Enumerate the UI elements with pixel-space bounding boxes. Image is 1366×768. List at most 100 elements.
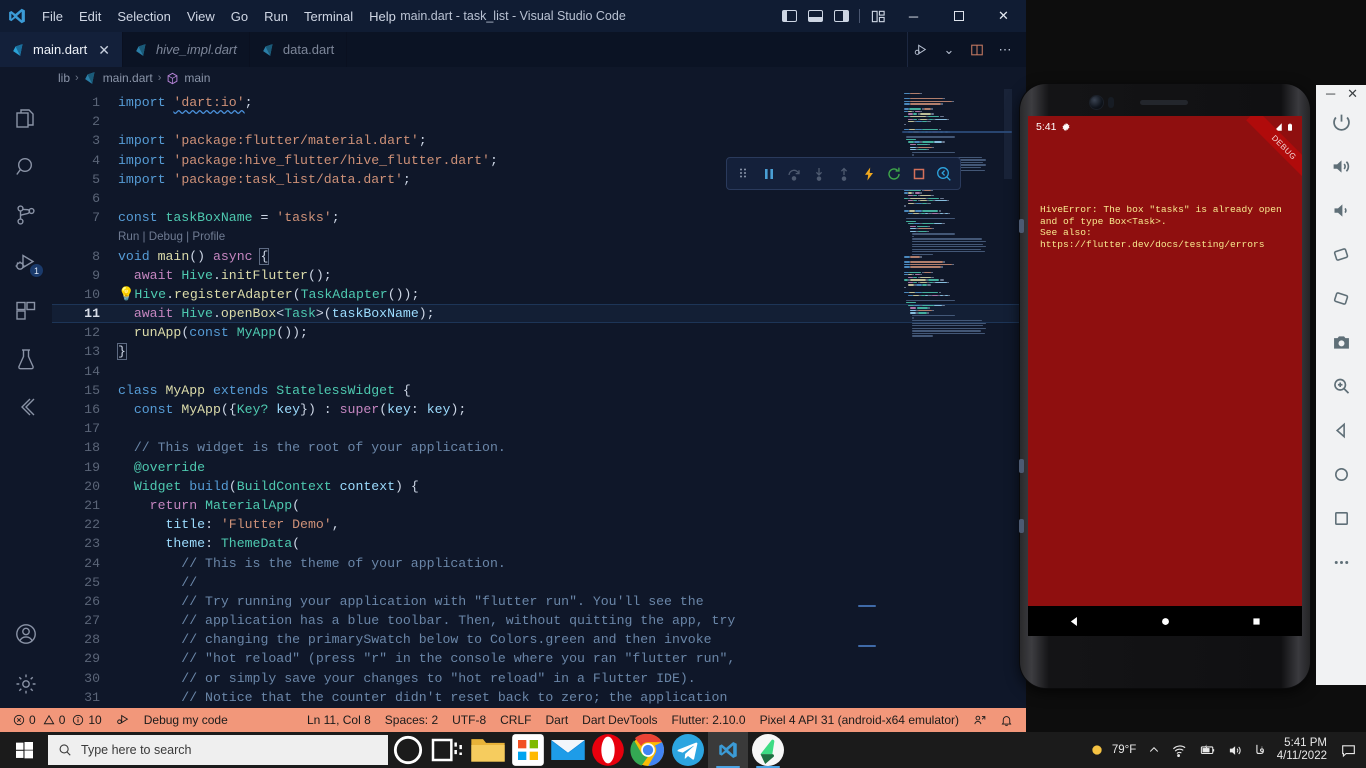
battery-charging-icon[interactable]	[1193, 732, 1222, 768]
vscode-taskbar-icon[interactable]	[708, 732, 748, 768]
window-minimize-button[interactable]: ─	[891, 0, 936, 32]
code-line[interactable]: 20 Widget build(BuildContext context) {	[52, 477, 1026, 496]
debug-drag-handle[interactable]	[731, 159, 756, 189]
microsoft-store-icon[interactable]	[508, 732, 548, 768]
cortana-icon[interactable]	[388, 732, 428, 768]
emulator-minimize-button[interactable]: ─	[1326, 87, 1335, 100]
tab-close-icon[interactable]: ✕	[98, 43, 110, 57]
code-line[interactable]: 26 // Try running your application with …	[52, 592, 1026, 611]
code-line[interactable]: 1 import 'dart:io';	[52, 93, 1026, 112]
status-debug-icon-group[interactable]	[109, 708, 137, 732]
status-flutter-version[interactable]: Flutter: 2.10.0	[665, 708, 753, 732]
menu-file[interactable]: File	[34, 0, 71, 32]
emulator-screenshot-button[interactable]	[1316, 320, 1366, 364]
opera-icon[interactable]	[588, 732, 628, 768]
status-eol[interactable]: CRLF	[493, 708, 538, 732]
tab-main-dart[interactable]: main.dart ✕	[0, 32, 123, 67]
chrome-icon[interactable]	[628, 732, 668, 768]
code-line[interactable]: 14	[52, 362, 1026, 381]
telegram-icon[interactable]	[668, 732, 708, 768]
run-chevron-down-icon[interactable]: ⌄	[936, 35, 962, 65]
nav-home-icon[interactable]	[1160, 616, 1171, 627]
code-line[interactable]: 29 // "hot reload" (press "r" in the con…	[52, 649, 1026, 668]
toggle-panel-icon[interactable]	[802, 0, 828, 32]
emulator-zoom-button[interactable]	[1316, 364, 1366, 408]
code-line[interactable]: 31 // Notice that the counter didn't res…	[52, 688, 1026, 707]
menu-run[interactable]: Run	[256, 0, 296, 32]
code-line[interactable]: 28 // changing the primarySwatch below t…	[52, 630, 1026, 649]
android-emulator-window[interactable]: 5:41 HiveError: The box "tasks" is alrea…	[1020, 84, 1310, 688]
show-hidden-icons-chevron-up-icon[interactable]	[1142, 732, 1166, 768]
file-explorer-icon[interactable]	[468, 732, 508, 768]
status-indentation[interactable]: Spaces: 2	[378, 708, 445, 732]
sidebar-item-source-control[interactable]	[0, 191, 52, 239]
emulator-power-button[interactable]	[1316, 100, 1366, 144]
start-button[interactable]	[0, 732, 48, 768]
code-lens-row[interactable]: Run | Debug | Profile	[52, 227, 1026, 246]
tab-hive-impl-dart[interactable]: hive_impl.dart	[122, 32, 250, 67]
emulator-close-button[interactable]: ✕	[1347, 87, 1358, 100]
sidebar-item-extensions[interactable]	[0, 287, 52, 335]
menu-edit[interactable]: Edit	[71, 0, 109, 32]
sidebar-item-search[interactable]	[0, 143, 52, 191]
editor-more-actions-icon[interactable]: ⋯	[992, 35, 1018, 65]
debug-pause-button[interactable]	[756, 159, 781, 189]
status-dart-devtools[interactable]: Dart DevTools	[575, 708, 664, 732]
code-line[interactable]: 15 class MyApp extends StatelessWidget {	[52, 381, 1026, 400]
code-line[interactable]: 11 await Hive.openBox<Task>(taskBoxName)…	[52, 304, 1026, 324]
toggle-primary-sidebar-icon[interactable]	[776, 0, 802, 32]
status-cursor-position[interactable]: Ln 11, Col 8	[300, 708, 378, 732]
code-line[interactable]: 16 const MyApp({Key? key}) : super(key: …	[52, 400, 1026, 419]
code-line[interactable]: 24 // This is the theme of your applicat…	[52, 554, 1026, 573]
nav-back-icon[interactable]	[1068, 615, 1081, 628]
split-editor-icon[interactable]	[964, 35, 990, 65]
notification-center-icon[interactable]	[1335, 732, 1362, 768]
emulator-overview-button[interactable]	[1316, 496, 1366, 540]
android-emulator-taskbar-icon[interactable]	[748, 732, 788, 768]
menu-selection[interactable]: Selection	[109, 0, 178, 32]
code-line[interactable]: 13}	[52, 342, 1026, 361]
status-language-mode[interactable]: Dart	[538, 708, 575, 732]
breadcrumb-file[interactable]: main.dart	[103, 71, 153, 85]
debug-hot-reload-button[interactable]	[856, 159, 881, 189]
emulator-volume-down-button[interactable]	[1316, 188, 1366, 232]
toggle-secondary-sidebar-icon[interactable]	[828, 0, 854, 32]
menu-view[interactable]: View	[179, 0, 223, 32]
code-line[interactable]: 8 void main() async {	[52, 247, 1026, 266]
window-maximize-button[interactable]	[936, 0, 981, 32]
emulator-volume-up-button[interactable]	[1316, 144, 1366, 188]
status-device[interactable]: Pixel 4 API 31 (android-x64 emulator)	[753, 708, 966, 732]
debug-step-over-button[interactable]	[781, 159, 806, 189]
sidebar-item-explorer[interactable]	[0, 95, 52, 143]
code-line[interactable]: 21 return MaterialApp(	[52, 496, 1026, 515]
sidebar-item-flutter[interactable]	[0, 383, 52, 431]
sidebar-item-testing[interactable]	[0, 335, 52, 383]
code-line[interactable]: 9 await Hive.initFlutter();	[52, 266, 1026, 285]
debug-step-into-button[interactable]	[806, 159, 831, 189]
status-debug-my-code[interactable]: Debug my code	[137, 708, 235, 732]
code-line[interactable]: 19 @override	[52, 458, 1026, 477]
code-line[interactable]: 22 title: 'Flutter Demo',	[52, 515, 1026, 534]
emulator-rotate-left-button[interactable]	[1316, 232, 1366, 276]
code-line[interactable]: 6	[52, 189, 1026, 208]
code-line[interactable]: 32 // is not restarted.	[52, 707, 1026, 708]
breadcrumb-folder[interactable]: lib	[58, 71, 70, 85]
clock-widget[interactable]: 5:41 PM 4/11/2022	[1271, 737, 1335, 763]
input-language-indicator[interactable]: فا	[1249, 732, 1270, 768]
code-line[interactable]: 12 runApp(const MyApp());	[52, 323, 1026, 342]
code-line[interactable]: 27 // application has a blue toolbar. Th…	[52, 611, 1026, 630]
debug-restart-button[interactable]	[881, 159, 906, 189]
emulator-home-button[interactable]	[1316, 452, 1366, 496]
menu-go[interactable]: Go	[223, 0, 256, 32]
task-view-icon[interactable]	[428, 732, 468, 768]
menu-terminal[interactable]: Terminal	[296, 0, 361, 32]
code-line[interactable]: 3 import 'package:flutter/material.dart';	[52, 131, 1026, 150]
sidebar-item-run-and-debug[interactable]: 1	[0, 239, 52, 287]
code-line[interactable]: 30 // or simply save your changes to "ho…	[52, 669, 1026, 688]
emulator-more-button[interactable]	[1316, 540, 1366, 584]
phone-screen[interactable]: 5:41 HiveError: The box "tasks" is alrea…	[1028, 116, 1302, 636]
breadcrumb-symbol[interactable]: main	[184, 71, 210, 85]
status-live-share-icon[interactable]	[966, 708, 993, 732]
code-line[interactable]: 2	[52, 112, 1026, 131]
search-input[interactable]: Type here to search	[48, 735, 388, 765]
